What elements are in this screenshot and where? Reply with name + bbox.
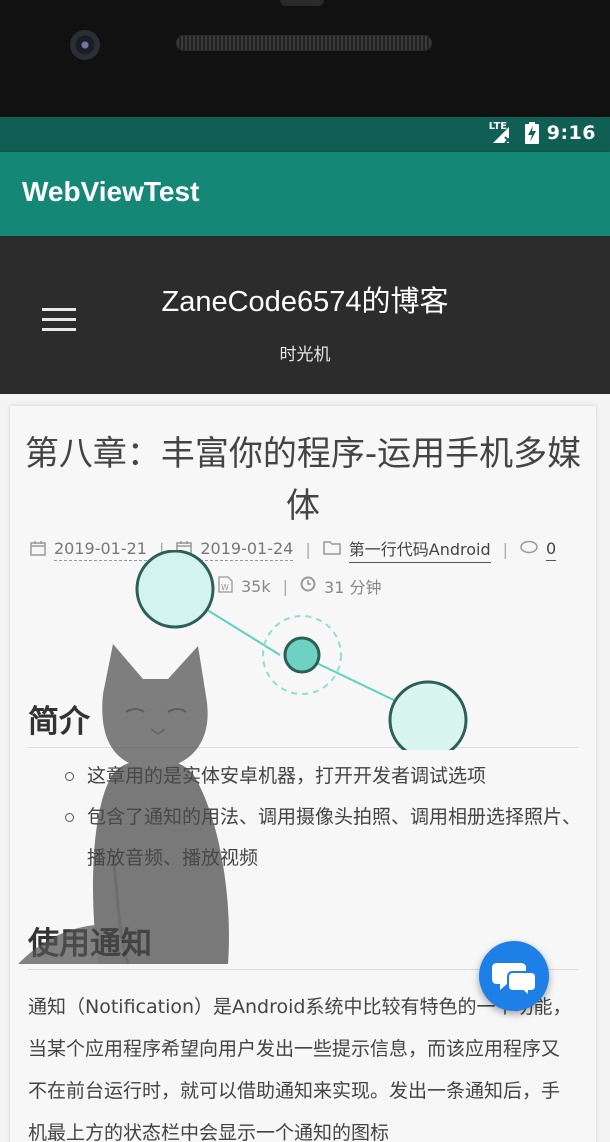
comment-icon	[520, 540, 538, 559]
post-category-link[interactable]: 第一行代码Android	[348, 536, 491, 563]
list-item: 这章用的是实体安卓机器，打开开发者调试选项	[65, 756, 585, 797]
device-notch	[280, 0, 324, 6]
post-read-time: 31 分钟	[324, 578, 382, 597]
blog-title[interactable]: ZaneCode6574的博客	[0, 278, 610, 320]
meta-divider: |	[502, 540, 509, 559]
app-title: WebViewTest	[22, 176, 200, 207]
status-bar: LTE 9:16	[0, 117, 610, 152]
svg-text:W: W	[221, 583, 229, 592]
folder-icon	[323, 540, 341, 559]
list-item: 包含了通知的用法、调用摄像头拍照、调用相册选择照片、播放音频、播放视频	[65, 797, 585, 879]
chat-button[interactable]	[479, 941, 549, 1011]
post-card: 第八章：丰富你的程序-运用手机多媒体 2019-01-21 | 2019-01-…	[10, 406, 596, 1142]
blog-header: ZaneCode6574的博客 时光机	[0, 236, 610, 394]
meta-divider: |	[305, 540, 311, 559]
blog-subtitle: 时光机	[279, 345, 331, 365]
section-heading-intro: 简介	[28, 696, 578, 748]
meta-divider: |	[158, 540, 165, 559]
webview[interactable]: ZaneCode6574的博客 时光机 第八章：丰富你的程序-运用手机多媒体 2…	[0, 236, 610, 1142]
lte-signal-icon: LTE	[489, 121, 517, 145]
post-title: 第八章：丰富你的程序-运用手机多媒体	[24, 434, 582, 526]
calendar-icon	[30, 540, 46, 560]
status-icons: LTE 9:16	[489, 121, 596, 145]
front-camera	[70, 30, 100, 60]
post-created-date[interactable]: 2019-01-21	[54, 539, 147, 561]
status-time: 9:16	[546, 122, 596, 144]
post-meta-row-2: W 35k | 31 分钟	[218, 574, 381, 598]
app-bar: WebViewTest	[0, 152, 610, 236]
calendar-check-icon	[176, 540, 193, 560]
clock-icon	[300, 576, 316, 596]
intro-bullet-list: 这章用的是实体安卓机器，打开开发者调试选项 包含了通知的用法、调用摄像头拍照、调…	[65, 756, 585, 879]
post-word-count: 35k	[241, 576, 271, 596]
post-meta-row-1: 2019-01-21 | 2019-01-24 | 第一行代码Android |…	[30, 536, 590, 563]
battery-charging-icon	[524, 122, 539, 144]
post-updated-date[interactable]: 2019-01-24	[200, 539, 294, 561]
chat-bubbles-icon	[492, 963, 537, 999]
device-bezel	[0, 0, 610, 117]
earpiece-speaker	[176, 35, 432, 51]
post-comment-count[interactable]: 0	[546, 539, 557, 561]
file-word-icon: W	[218, 575, 233, 597]
meta-divider: |	[282, 576, 289, 596]
